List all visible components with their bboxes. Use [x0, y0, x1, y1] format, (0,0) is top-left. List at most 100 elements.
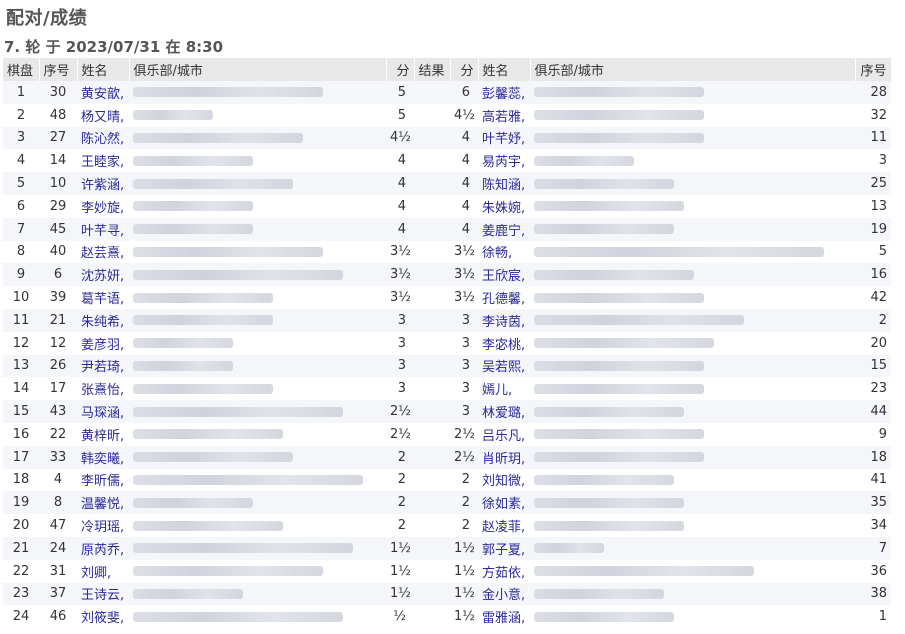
- opponent-name[interactable]: 徐畅,: [478, 240, 530, 264]
- opponent-name[interactable]: 肖昕玥,: [478, 445, 530, 469]
- player-points: 2: [386, 445, 414, 469]
- player-number: 14: [39, 149, 77, 173]
- club-redacted: [530, 240, 855, 264]
- player-number: 26: [39, 354, 77, 378]
- player-number: 17: [39, 377, 77, 401]
- opponent-name[interactable]: 吕乐凡,: [478, 422, 530, 446]
- opponent-points: 6: [450, 81, 478, 104]
- redacted-club-text: [534, 497, 684, 508]
- player-name[interactable]: 冷玥瑶,: [77, 514, 129, 537]
- club-redacted: [129, 582, 386, 606]
- redacted-club-text: [133, 611, 343, 622]
- opponent-name[interactable]: 金小意,: [478, 582, 530, 606]
- opponent-number: 42: [855, 286, 891, 309]
- player-name[interactable]: 马琛涵,: [77, 400, 129, 423]
- opponent-name[interactable]: 徐如素,: [478, 491, 530, 515]
- player-name[interactable]: 李昕儒,: [77, 468, 129, 492]
- player-name[interactable]: 陈沁然,: [77, 126, 129, 150]
- player-points: 4: [386, 172, 414, 195]
- player-number: 39: [39, 286, 77, 309]
- board-number: 3: [3, 126, 39, 150]
- redacted-club-text: [133, 429, 283, 440]
- opponent-name[interactable]: 嫣儿,: [478, 377, 530, 401]
- table-row: 14 17 张熹怡, 3 3 嫣儿, 23: [3, 377, 891, 401]
- opponent-name[interactable]: 赵凌菲,: [478, 514, 530, 537]
- opponent-points: 4: [450, 149, 478, 173]
- opponent-name[interactable]: 雷雅涵,: [478, 605, 530, 629]
- opponent-name[interactable]: 方茹依,: [478, 559, 530, 583]
- player-name[interactable]: 朱纯希,: [77, 308, 129, 332]
- player-name[interactable]: 王睦家,: [77, 149, 129, 173]
- opponent-number: 36: [855, 559, 891, 583]
- header-no-2: 序号: [855, 58, 892, 81]
- player-name[interactable]: 许紫涵,: [77, 172, 129, 195]
- opponent-number: 5: [855, 240, 891, 264]
- player-name[interactable]: 张熹怡,: [77, 377, 129, 401]
- redacted-club-text: [133, 543, 353, 554]
- club-redacted: [129, 605, 386, 629]
- player-name[interactable]: 黄梓昕,: [77, 422, 129, 446]
- opponent-number: 23: [855, 377, 891, 401]
- player-name[interactable]: 刘卿,: [77, 559, 129, 583]
- player-name[interactable]: 原芮乔,: [77, 536, 129, 560]
- club-redacted: [129, 514, 386, 537]
- redacted-club-text: [133, 155, 253, 166]
- player-name[interactable]: 杨又晴,: [77, 103, 129, 127]
- board-number: 11: [3, 308, 39, 332]
- opponent-name[interactable]: 林爱璐,: [478, 400, 530, 423]
- club-redacted: [530, 400, 855, 423]
- player-name[interactable]: 尹若琦,: [77, 354, 129, 378]
- player-name[interactable]: 温馨悦,: [77, 491, 129, 515]
- opponent-name[interactable]: 吴若熙,: [478, 354, 530, 378]
- club-redacted: [530, 286, 855, 309]
- opponent-name[interactable]: 李宓桃,: [478, 331, 530, 355]
- board-number: 2: [3, 103, 39, 127]
- opponent-name[interactable]: 李诗茵,: [478, 308, 530, 332]
- player-name[interactable]: 刘筱斐,: [77, 605, 129, 629]
- redacted-club-text: [534, 132, 704, 143]
- opponent-points: 3: [450, 331, 478, 355]
- player-name[interactable]: 姜彦羽,: [77, 331, 129, 355]
- redacted-club-text: [534, 110, 704, 121]
- redacted-club-text: [133, 406, 343, 417]
- player-name[interactable]: 沈苏妍,: [77, 263, 129, 287]
- player-name[interactable]: 李妙旋,: [77, 194, 129, 218]
- player-name[interactable]: 韩奕曦,: [77, 445, 129, 469]
- result: [414, 194, 450, 218]
- redacted-club-text: [534, 87, 704, 98]
- club-redacted: [129, 263, 386, 287]
- opponent-name[interactable]: 孔德馨,: [478, 286, 530, 309]
- player-points: 2½: [386, 422, 414, 446]
- opponent-name[interactable]: 彭馨蕊,: [478, 81, 530, 104]
- result: [414, 103, 450, 127]
- opponent-name[interactable]: 陈知涵,: [478, 172, 530, 195]
- table-row: 12 12 姜彦羽, 3 3 李宓桃, 20: [3, 331, 891, 355]
- club-redacted: [530, 536, 855, 560]
- opponent-name[interactable]: 高若雅,: [478, 103, 530, 127]
- opponent-name[interactable]: 叶芊妤,: [478, 126, 530, 150]
- player-name[interactable]: 王诗云,: [77, 582, 129, 606]
- opponent-name[interactable]: 姜鹿宁,: [478, 217, 530, 241]
- player-name[interactable]: 叶芊寻,: [77, 217, 129, 241]
- club-redacted: [129, 536, 386, 560]
- opponent-number: 15: [855, 354, 891, 378]
- board-number: 15: [3, 400, 39, 423]
- opponent-name[interactable]: 王欣宸,: [478, 263, 530, 287]
- redacted-club-text: [133, 269, 343, 280]
- table-row: 1 30 黄安歆, 5 6 彭馨蕊, 28: [3, 81, 891, 104]
- player-points: 3: [386, 377, 414, 401]
- opponent-name[interactable]: 郭子夏,: [478, 536, 530, 560]
- header-name-2: 姓名: [478, 58, 531, 81]
- player-name[interactable]: 葛芊语,: [77, 286, 129, 309]
- opponent-name[interactable]: 朱姝婉,: [478, 194, 530, 218]
- opponent-name[interactable]: 易芮宇,: [478, 149, 530, 173]
- header-points-2: 分: [450, 58, 479, 81]
- opponent-name[interactable]: 刘知微,: [478, 468, 530, 492]
- player-name[interactable]: 黄安歆,: [77, 81, 129, 104]
- redacted-club-text: [133, 452, 293, 463]
- result: [414, 286, 450, 309]
- table-row: 17 33 韩奕曦, 2 2½ 肖昕玥, 18: [3, 445, 891, 469]
- table-row: 23 37 王诗云, 1½ 1½ 金小意, 38: [3, 582, 891, 606]
- player-name[interactable]: 赵芸熹,: [77, 240, 129, 264]
- board-number: 1: [3, 81, 39, 104]
